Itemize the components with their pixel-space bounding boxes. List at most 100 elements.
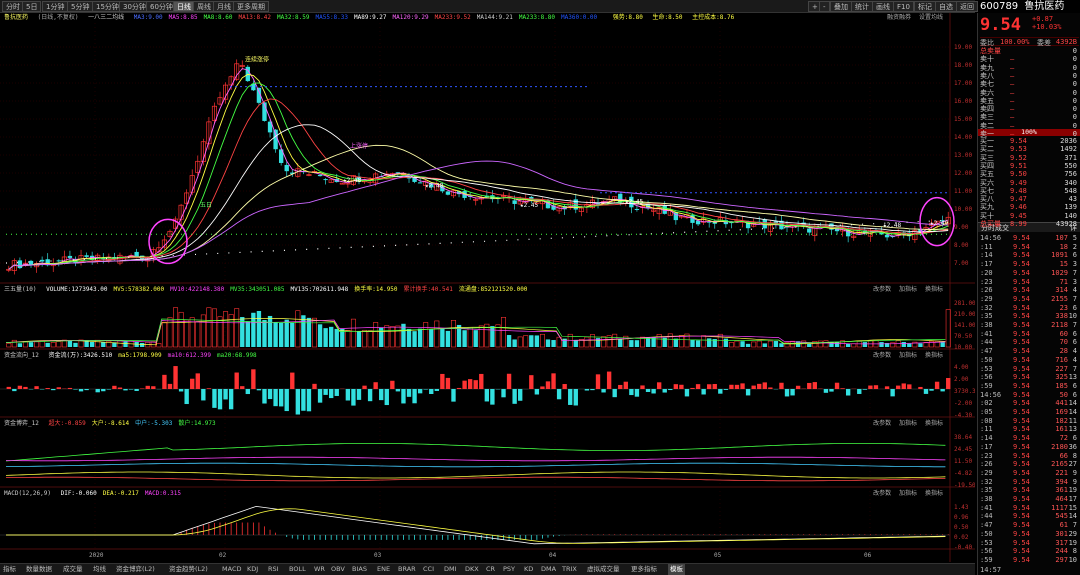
flow-bar [240, 386, 245, 389]
volume-bar [362, 329, 368, 348]
macd-add-indicator-button[interactable]: 加指标 [899, 490, 917, 497]
flow-edit-params-button[interactable]: 改参数 [873, 352, 891, 359]
indicator-tab-20[interactable]: KD [524, 564, 533, 575]
indicator-tab-15[interactable]: CCI [423, 564, 434, 575]
indicator-tab-5[interactable]: 资金趋势(L2) [169, 564, 208, 575]
buy-order-level[interactable]: 买四 9.51 550 [980, 162, 1079, 170]
indicator-tab-21[interactable]: DMA [541, 564, 556, 575]
indicator-tab-0[interactable]: 指标 [3, 564, 16, 575]
indicator-tab-22[interactable]: TRIX [562, 564, 577, 575]
indicator-tab-8[interactable]: RSI [268, 564, 279, 575]
trend-add-indicator-button[interactable]: 加指标 [899, 420, 917, 427]
sell-order-level[interactable]: 卖二 — 0 [980, 122, 1079, 130]
indicator-tab-11[interactable]: OBV [331, 564, 345, 575]
indicator-tab-12[interactable]: BIAS [352, 564, 367, 575]
buy-order-level[interactable]: 买五 9.50 756 [980, 170, 1079, 178]
flow-bar [362, 385, 367, 389]
indicator-tab-23[interactable]: 虚拟成交量 [587, 564, 620, 575]
sell-order-level[interactable]: 卖八 — 0 [980, 72, 1079, 80]
indicator-tab-6[interactable]: MACD [222, 564, 241, 575]
buy-order-level[interactable]: 买八 9.47 43 [980, 195, 1079, 203]
trade-price: 9.54 [1013, 242, 1030, 251]
flow-bar [679, 384, 684, 389]
period-button-9[interactable]: 月线 [213, 1, 235, 12]
trade-volume: 325 [1055, 373, 1068, 382]
chart-tool-button-8[interactable]: 返回 [956, 1, 978, 12]
trend-panel-title[interactable]: 资金博弈_12 [4, 420, 39, 427]
buy-order-level[interactable]: 买一 9.54 2036 [980, 137, 1079, 145]
chart-tool-button-5[interactable]: F10 [893, 1, 914, 12]
volume-panel-title[interactable]: 三五量(10) [4, 286, 36, 293]
kline-chart-area[interactable]: 19.00 18.00 17.00 16.00 15.00 14.00 13.00 12.00… [0, 13, 980, 562]
sell-order-level[interactable]: 卖十 — 0 [980, 55, 1079, 63]
chart-tool-button-7[interactable]: 自选 [935, 1, 957, 12]
indicator-tab-24[interactable]: 更多指标 [631, 564, 657, 575]
chart-tool-button-3[interactable]: 统计 [851, 1, 873, 12]
set-ma-button[interactable]: 设置均线 [919, 14, 943, 21]
period-button-3[interactable]: 5分钟 [67, 1, 94, 12]
sell-order-level[interactable]: 卖五 — 0 [980, 97, 1079, 105]
buy-order-level[interactable]: 总买量 8.99 43928 [980, 220, 1079, 228]
indicator-tab-19[interactable]: PSY [503, 564, 515, 575]
period-button-8[interactable]: 周线 [193, 1, 215, 12]
indicator-tab-9[interactable]: BOLL [289, 564, 306, 575]
flow-panel-title[interactable]: 资金流向_12 [4, 352, 39, 359]
chart-tool-button-1[interactable]: - [819, 1, 830, 12]
period-button-10[interactable]: 更多周期 [233, 1, 269, 12]
volume-switch-indicator-button[interactable]: 换指标 [925, 286, 943, 293]
x-axis-label: 04 [549, 552, 557, 559]
macd-edit-params-button[interactable]: 改参数 [873, 490, 891, 497]
trend-switch-indicator-button[interactable]: 换指标 [925, 420, 943, 427]
chart-tool-button-4[interactable]: 画线 [872, 1, 894, 12]
indicator-tab-4[interactable]: 资金博弈(L2) [116, 564, 155, 575]
volume-add-indicator-button[interactable]: 加指标 [899, 286, 917, 293]
macd-switch-indicator-button[interactable]: 换指标 [925, 490, 943, 497]
trade-price: 9.54 [1013, 529, 1030, 538]
buy-order-level[interactable]: 买二 9.53 1492 [980, 145, 1079, 153]
order-level-label: 买二 [980, 145, 994, 154]
period-button-7[interactable]: 日线 [173, 1, 195, 12]
trend-edit-params-button[interactable]: 改参数 [873, 420, 891, 427]
trade-price: 9.54 [1013, 503, 1030, 512]
chart-tool-button-6[interactable]: 标记 [914, 1, 936, 12]
indicator-tab-7[interactable]: KDJ [247, 564, 258, 575]
buy-order-level[interactable]: 买六 9.49 340 [980, 179, 1079, 187]
sell-order-level[interactable]: 卖四 — 0 [980, 105, 1079, 113]
indicator-tab-25[interactable]: 模板 [668, 564, 685, 575]
indicator-tab-3[interactable]: 均线 [93, 564, 106, 575]
sell-order-level[interactable]: 卖六 — 0 [980, 89, 1079, 97]
indicator-tab-14[interactable]: BRAR [398, 564, 416, 575]
margin-trading-button[interactable]: 融资融券 [887, 14, 911, 21]
indicator-tab-18[interactable]: CR [486, 564, 495, 575]
indicator-tab-16[interactable]: DMI [444, 564, 457, 575]
candle-down [39, 259, 45, 262]
volume-edit-params-button[interactable]: 改参数 [873, 286, 891, 293]
buy-order-level[interactable]: 买三 9.52 371 [980, 154, 1079, 162]
indicator-tab-2[interactable]: 成交量 [63, 564, 83, 575]
chart-tool-button-2[interactable]: 叠加 [830, 1, 852, 12]
sell-order-level[interactable]: 卖九 — 0 [980, 64, 1079, 72]
main-adjust-mode[interactable]: (日线,不复权) [38, 14, 79, 21]
indicator-tab-17[interactable]: DKX [465, 564, 479, 575]
buy-order-level[interactable]: 买七 9.48 548 [980, 187, 1079, 195]
flow-add-indicator-button[interactable]: 加指标 [899, 352, 917, 359]
period-button-1[interactable]: 5日 [22, 1, 42, 12]
flow-bar [629, 389, 634, 396]
flow-switch-indicator-button[interactable]: 换指标 [925, 352, 943, 359]
flow-bar [634, 389, 640, 397]
macd-panel-title[interactable]: MACD(12,26,9) [4, 490, 51, 497]
indicator-tab-10[interactable]: WR [314, 564, 325, 575]
buy-order-level[interactable]: 买九 9.46 139 [980, 203, 1079, 211]
flow-bar [934, 381, 940, 389]
sell-order-level[interactable]: 卖三 — 0 [980, 113, 1079, 121]
indicator-tab-13[interactable]: ENE [377, 564, 390, 575]
period-button-0[interactable]: 分时 [2, 1, 24, 12]
period-button-2[interactable]: 1分钟 [42, 1, 69, 12]
indicator-tab-1[interactable]: 数量数据 [26, 564, 52, 575]
sell-order-level[interactable]: 总卖量 0 [980, 47, 1079, 55]
main-indicator-name[interactable]: 一八三二均线 [88, 14, 124, 21]
buy-order-level[interactable]: 买十 9.45 140 [980, 212, 1079, 220]
flow-bar [351, 389, 356, 406]
sell-order-level[interactable]: 卖七 — 0 [980, 80, 1079, 88]
order-level-volume: 550 [1064, 161, 1077, 170]
